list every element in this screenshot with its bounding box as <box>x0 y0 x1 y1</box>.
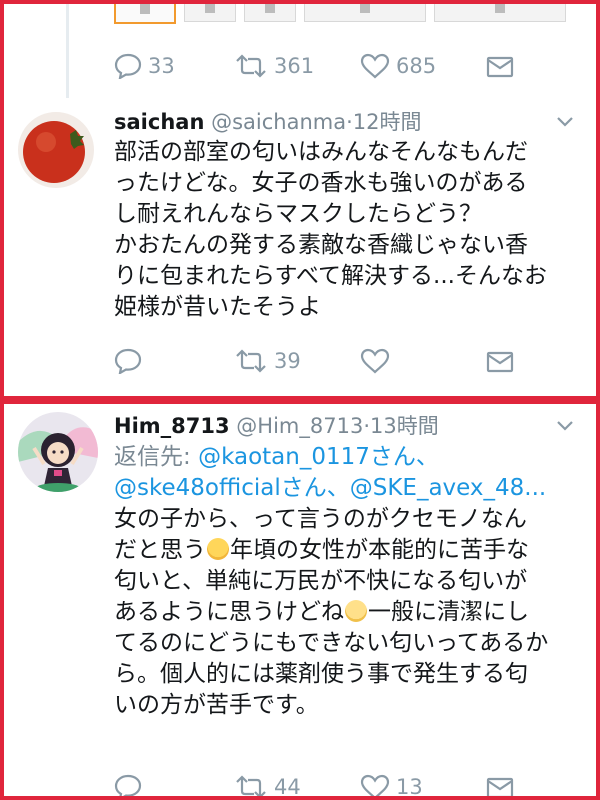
image-thumbnail[interactable] <box>114 4 176 24</box>
reply-icon <box>114 348 142 374</box>
retweet-icon <box>236 54 266 78</box>
thread-connector-line <box>66 4 69 98</box>
tweet-text-line: ら。個人的には薬剤使う事で発生する匂 <box>114 661 528 687</box>
tweet-text-line: かおたんの発する素敵な香織じゃない香 <box>114 232 528 258</box>
direct-message-button[interactable] <box>486 772 514 796</box>
tweet-header: Him_8713 @Him_8713·13時間 <box>114 410 439 440</box>
user-handle[interactable]: @Him_8713 <box>236 414 363 438</box>
direct-message-button[interactable] <box>486 346 514 376</box>
like-count: 685 <box>396 54 437 78</box>
tweet-time[interactable]: 13時間 <box>370 414 439 438</box>
retweet-icon <box>236 775 266 796</box>
like-button[interactable]: 685 <box>360 51 436 81</box>
envelope-icon <box>486 777 514 796</box>
tomato-icon <box>18 112 94 188</box>
retweet-button[interactable]: 361 <box>234 51 314 81</box>
heart-icon <box>360 774 390 796</box>
separator: · <box>346 110 353 134</box>
tweet-text-fragment: 年頃の女性が本能的に苦手な <box>230 537 529 563</box>
reply-context-line: 返信先: @kaotan_0117さん、 <box>114 442 584 473</box>
reply-button[interactable] <box>114 772 142 796</box>
reply-button[interactable] <box>114 346 142 376</box>
reply-context-line: @ske48officialさん、@SKE_avex_48... <box>114 473 584 504</box>
reply-button[interactable]: 33 <box>114 51 175 81</box>
screenshot-panel-top: 33 361 685 saichan @saichanma·12時間 部活の部室… <box>0 0 600 400</box>
retweet-button[interactable]: 44 <box>234 772 301 799</box>
mention-link[interactable]: @kaotan_0117さん、 <box>198 444 439 470</box>
reply-count: 33 <box>148 54 175 78</box>
tweet-text: 返信先: @kaotan_0117さん、 @ske48officialさん、@S… <box>114 442 584 721</box>
retweet-icon <box>236 349 266 373</box>
chevron-down-icon[interactable] <box>556 116 574 128</box>
like-button[interactable]: 13 <box>360 772 423 799</box>
display-name[interactable]: saichan <box>114 110 204 134</box>
tweet-text-line: 姫様が昔いたそうよ <box>114 294 321 320</box>
mention-link[interactable]: @SKE_avex_48... <box>350 475 546 501</box>
tweet-actions: 44 13 <box>114 772 554 799</box>
reply-to-label: 返信先: <box>114 444 199 470</box>
image-thumbnail[interactable] <box>244 4 296 22</box>
image-thumbnail[interactable] <box>434 4 566 22</box>
tweet-text-fragment: 一般に清潔にし <box>368 599 529 625</box>
image-thumbnail[interactable] <box>184 4 236 22</box>
prev-tweet-actions: 33 361 685 <box>114 51 554 81</box>
reply-icon <box>114 53 142 79</box>
envelope-icon <box>486 56 514 78</box>
tweet-text-line: てるのにどうにもできない匂いってあるか <box>114 630 549 656</box>
reply-icon <box>114 774 142 796</box>
like-button[interactable] <box>360 346 390 376</box>
thinking-face-emoji-icon <box>345 600 367 622</box>
display-name[interactable]: Him_8713 <box>114 414 230 438</box>
tweet-time[interactable]: 12時間 <box>353 110 422 134</box>
illustrated-girl-icon <box>18 412 98 492</box>
mention-link[interactable]: @ske48officialさん、 <box>114 475 350 501</box>
tweet-text-fragment: あるように思うけどね <box>114 599 344 625</box>
tweet-header: saichan @saichanma·12時間 <box>114 106 422 136</box>
avatar-tomato[interactable] <box>18 112 94 188</box>
tweet-text-line: あるように思うけどね 一般に清潔にし <box>114 597 584 628</box>
user-handle[interactable]: @saichanma <box>211 110 346 134</box>
tweet-text-line: りに包まれたらすべて解決する...そんなお <box>114 263 547 289</box>
retweet-count: 361 <box>274 54 315 78</box>
tweet-actions: 39 <box>114 346 554 376</box>
disappointed-sweat-emoji-icon <box>207 538 229 560</box>
retweet-button[interactable]: 39 <box>234 346 301 376</box>
envelope-icon <box>486 351 514 373</box>
heart-icon <box>360 348 390 374</box>
heart-icon <box>360 53 390 79</box>
tweet-text-line: 匂いと、単純に万民が不快になる匂いが <box>114 568 528 594</box>
chevron-down-icon[interactable] <box>556 420 574 432</box>
tweet-text-line: いの方が苦手です。 <box>114 692 319 718</box>
prev-tweet-image-strip[interactable] <box>114 4 574 24</box>
direct-message-button[interactable] <box>486 51 514 81</box>
retweet-count: 44 <box>274 775 301 799</box>
tweet-text-line: 部活の部室の匂いはみんなそんなもんだ <box>114 139 528 165</box>
avatar-illustration[interactable] <box>18 412 98 492</box>
tweet-text-line: 女の子から、って言うのがクセモノなん <box>114 506 527 532</box>
retweet-count: 39 <box>274 349 301 373</box>
separator: · <box>363 414 371 438</box>
tweet-text-line: だと思う 年頃の女性が本能的に苦手な <box>114 535 584 566</box>
tweet-text-line: し耐えれんならマスクしたらどう？ <box>114 201 482 227</box>
tweet-text-fragment: だと思う <box>114 537 206 563</box>
tweet-text-line: ったけどな。女子の香水も強いのがある <box>114 170 528 196</box>
image-thumbnail[interactable] <box>304 4 426 22</box>
tweet-text: 部活の部室の匂いはみんなそんなもんだ ったけどな。女子の香水も強いのがある し耐… <box>114 137 584 323</box>
screenshot-panel-bottom: Him_8713 @Him_8713·13時間 返信先: @kaotan_011… <box>0 400 600 800</box>
like-count: 13 <box>396 775 423 799</box>
